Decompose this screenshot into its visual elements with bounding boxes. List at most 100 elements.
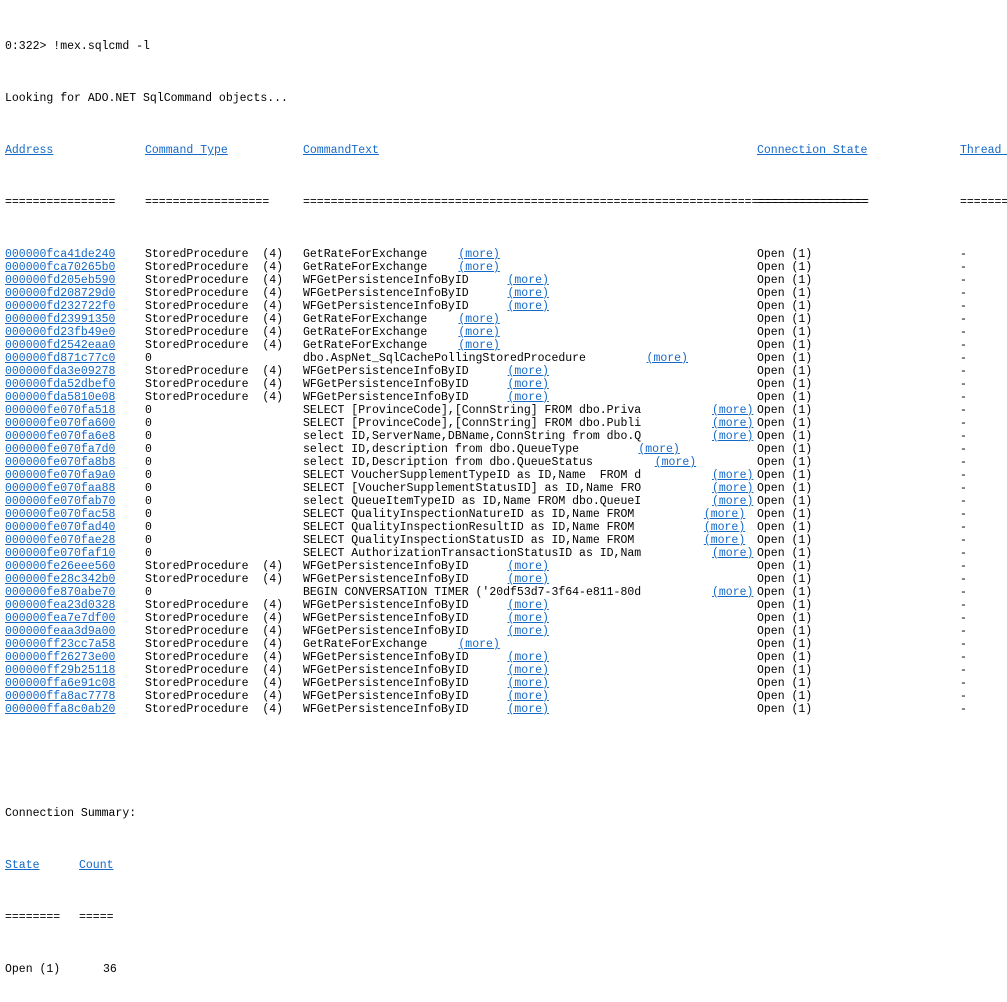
address-link[interactable]: 000000fe070faa88	[5, 482, 115, 495]
table-header-separator-row: ================ ================== ====…	[5, 196, 1007, 209]
address-link[interactable]: 000000fd205eb590	[5, 274, 115, 287]
more-link[interactable]: (more)	[712, 586, 753, 599]
address-link[interactable]: 000000fd208729d0	[5, 287, 115, 300]
more-link[interactable]: (more)	[508, 599, 549, 612]
address-link[interactable]: 000000fe070fac58	[5, 508, 115, 521]
address-link[interactable]: 000000fda5810e08	[5, 391, 115, 404]
address-link[interactable]: 000000fd871c77c0	[5, 352, 115, 365]
command-type-value: 0	[145, 495, 152, 508]
more-link[interactable]: (more)	[712, 482, 753, 495]
table-row: 000000fe070fac58 0 SELECT QualityInspectio…	[5, 508, 1007, 521]
more-link[interactable]: (more)	[638, 443, 679, 456]
address-link[interactable]: 000000fca41de240	[5, 248, 115, 261]
address-link[interactable]: 000000fe070fab70	[5, 495, 115, 508]
summary-column-header-state[interactable]: State	[5, 859, 40, 872]
more-link[interactable]: (more)	[508, 612, 549, 625]
more-link[interactable]: (more)	[508, 651, 549, 664]
address-link[interactable]: 000000fea7e7df00	[5, 612, 115, 625]
column-header-connection-state[interactable]: Connection State	[757, 144, 867, 157]
more-link[interactable]: (more)	[508, 573, 549, 586]
table-row: 000000fca70265b0 StoredProcedure (4) GetRa…	[5, 261, 1007, 274]
address-link[interactable]: 000000fea23d0328	[5, 599, 115, 612]
address-link[interactable]: 000000fd23fb49e0	[5, 326, 115, 339]
address-link[interactable]: 000000fe070fae28	[5, 534, 115, 547]
address-link[interactable]: 000000ff23cc7a58	[5, 638, 115, 651]
more-link[interactable]: (more)	[508, 300, 549, 313]
address-link[interactable]: 000000fe26eee560	[5, 560, 115, 573]
more-link[interactable]: (more)	[712, 547, 753, 560]
more-link[interactable]: (more)	[508, 690, 549, 703]
address-link[interactable]: 000000fe070fa8b8	[5, 456, 115, 469]
address-link[interactable]: 000000fe070fa7d0	[5, 443, 115, 456]
more-link[interactable]: (more)	[712, 469, 753, 482]
more-link[interactable]: (more)	[508, 703, 549, 716]
connection-summary-body: Open (1) 36	[5, 963, 1007, 976]
thread-id-value: -	[960, 638, 967, 651]
address-link[interactable]: 000000fe070fa600	[5, 417, 115, 430]
address-link[interactable]: 000000ffa8c0ab20	[5, 703, 115, 716]
address-link[interactable]: 000000fe28c342b0	[5, 573, 115, 586]
column-header-command-type[interactable]: Command Type	[145, 144, 228, 157]
command-type-value: StoredProcedure (4)	[145, 664, 284, 677]
address-link[interactable]: 000000fd232722f0	[5, 300, 115, 313]
thread-id-value: -	[960, 521, 967, 534]
more-link[interactable]: (more)	[712, 495, 753, 508]
more-link[interactable]: (more)	[508, 560, 549, 573]
more-link[interactable]: (more)	[458, 339, 499, 352]
more-link[interactable]: (more)	[508, 664, 549, 677]
table-row: 000000fd23991350 StoredProcedure (4) GetRa…	[5, 313, 1007, 326]
address-link[interactable]: 000000fe870abe70	[5, 586, 115, 599]
command-text-value: WFGetPersistenceInfoByID	[303, 651, 476, 664]
column-header-command-text[interactable]: CommandText	[303, 144, 379, 157]
more-link[interactable]: (more)	[458, 261, 499, 274]
more-link[interactable]: (more)	[704, 508, 745, 521]
more-link[interactable]: (more)	[458, 313, 499, 326]
address-link[interactable]: 000000fd23991350	[5, 313, 115, 326]
address-link[interactable]: 000000fd2542eaa0	[5, 339, 115, 352]
address-link[interactable]: 000000fda3e09278	[5, 365, 115, 378]
address-link[interactable]: 000000ffa8ac7778	[5, 690, 115, 703]
address-link[interactable]: 000000fca70265b0	[5, 261, 115, 274]
address-link[interactable]: 000000fe070fa6e8	[5, 430, 115, 443]
connection-state-value: Open (1)	[757, 664, 813, 677]
more-link[interactable]: (more)	[508, 677, 549, 690]
sqlcommand-table-body: 000000fca41de240 StoredProcedure (4) GetRa…	[5, 248, 1007, 716]
command-type-value: 0	[145, 417, 152, 430]
address-link[interactable]: 000000fe070fa9a0	[5, 469, 115, 482]
more-link[interactable]: (more)	[508, 365, 549, 378]
table-row: 000000fd2542eaa0 StoredProcedure (4) GetRa…	[5, 339, 1007, 352]
more-link[interactable]: (more)	[655, 456, 696, 469]
address-link[interactable]: 000000fe070faf10	[5, 547, 115, 560]
more-link[interactable]: (more)	[508, 625, 549, 638]
column-header-address[interactable]: Address	[5, 144, 53, 157]
command-type-value: 0	[145, 586, 152, 599]
more-link[interactable]: (more)	[508, 274, 549, 287]
address-link[interactable]: 000000ff29b25118	[5, 664, 115, 677]
more-link[interactable]: (more)	[704, 534, 745, 547]
thread-id-value: -	[960, 482, 967, 495]
more-link[interactable]: (more)	[508, 287, 549, 300]
connection-state-value: Open (1)	[757, 573, 813, 586]
more-link[interactable]: (more)	[712, 430, 753, 443]
table-row: 000000fca41de240 StoredProcedure (4) GetRa…	[5, 248, 1007, 261]
address-link[interactable]: 000000fda52dbef0	[5, 378, 115, 391]
address-link[interactable]: 000000fe070fad40	[5, 521, 115, 534]
summary-column-header-count[interactable]: Count	[79, 859, 114, 872]
more-link[interactable]: (more)	[508, 378, 549, 391]
column-header-thread-id[interactable]: Thread ID	[960, 144, 1007, 157]
more-link[interactable]: (more)	[458, 638, 499, 651]
command-text-value: dbo.AspNet_SqlCachePollingStoredProcedur…	[303, 352, 593, 365]
more-link[interactable]: (more)	[712, 417, 753, 430]
address-link[interactable]: 000000fe070fa518	[5, 404, 115, 417]
address-link[interactable]: 000000ff26273e00	[5, 651, 115, 664]
more-link[interactable]: (more)	[458, 248, 499, 261]
address-link[interactable]: 000000feaa3d9a00	[5, 625, 115, 638]
separator-thread-id: =========	[960, 196, 1007, 209]
more-link[interactable]: (more)	[704, 521, 745, 534]
more-link[interactable]: (more)	[458, 326, 499, 339]
command-text-value: GetRateForExchange	[303, 339, 435, 352]
address-link[interactable]: 000000ffa6e91c08	[5, 677, 115, 690]
more-link[interactable]: (more)	[712, 404, 753, 417]
more-link[interactable]: (more)	[508, 391, 549, 404]
more-link[interactable]: (more)	[647, 352, 688, 365]
